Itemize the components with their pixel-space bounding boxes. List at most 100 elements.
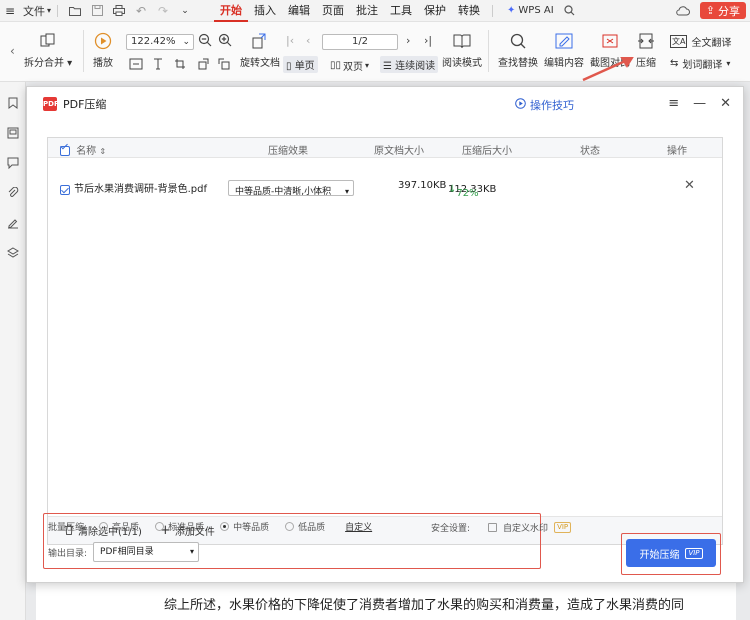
screenshot-compare-button[interactable]: 截图对比	[590, 30, 630, 69]
compress-button[interactable]: 压缩	[636, 30, 656, 69]
crop-icon[interactable]	[174, 58, 186, 73]
find-replace-label: 查找替换	[498, 58, 538, 69]
double-page-button[interactable]: ▯▯ 双页 ▾	[330, 58, 369, 73]
header-name-label: 名称	[76, 146, 97, 157]
file-table: 名称 ⇕ 压缩效果 原文档大小 压缩后大小 状态 操作 节后水果消费调研-背景色…	[47, 137, 723, 545]
sort-icon: ⇕	[99, 147, 107, 156]
prev-page-icon[interactable]: ‹	[306, 34, 310, 47]
remove-row-icon[interactable]: ✕	[684, 178, 695, 193]
quality-option-low[interactable]: 低品质	[285, 520, 325, 533]
tab-edit[interactable]: 编辑	[282, 0, 316, 22]
double-page-icon: ▯▯	[330, 60, 342, 71]
search-icon[interactable]	[562, 3, 578, 19]
continuous-read-button[interactable]: ☰ 连续阅读	[380, 56, 439, 73]
rotate-left-icon[interactable]	[198, 58, 210, 73]
comment-icon[interactable]	[0, 148, 26, 178]
share-label: 分享	[718, 4, 740, 18]
page-input[interactable]: 1/2	[322, 34, 398, 50]
single-page-button[interactable]: ▯ 单页	[283, 56, 318, 73]
menu-icon[interactable]: ≡	[5, 4, 19, 18]
tips-link[interactable]: 操作技巧	[515, 97, 574, 113]
word-translate-button[interactable]: ⇆ 划词翻译 ▾	[670, 56, 730, 71]
select-all-checkbox[interactable]	[60, 146, 70, 156]
screenshot-compare-icon	[601, 30, 619, 52]
split-merge-icon	[40, 30, 56, 52]
quality-option-standard[interactable]: 标准品质	[155, 520, 204, 533]
ribbon-toolbar: ‹ 拆分合并 ▾ 播放 122.42% ⌄ 旋转文档 |‹ ‹ 1/2 › ›|…	[0, 22, 750, 82]
effect-select[interactable]: 中等品质-中清晰,小体积 ▾	[228, 180, 354, 197]
split-merge-label: 拆分合并 ▾	[24, 58, 73, 69]
rotate-right-icon[interactable]	[218, 58, 230, 73]
bookmark-icon[interactable]	[0, 88, 26, 118]
menu-icon[interactable]: ≡	[668, 96, 679, 111]
thumbnail-icon[interactable]	[0, 118, 26, 148]
custom-quality-link[interactable]: 自定义	[345, 520, 372, 533]
start-compress-button[interactable]: 开始压缩 VIP	[626, 539, 716, 567]
zoom-select[interactable]: 122.42% ⌄	[126, 34, 194, 50]
last-page-icon[interactable]: ›|	[424, 34, 432, 47]
signature-icon[interactable]	[0, 208, 26, 238]
fit-width-icon[interactable]	[129, 58, 143, 73]
chevron-down-icon: ▾	[190, 547, 195, 556]
minimize-icon[interactable]: —	[693, 96, 706, 111]
header-action: 操作	[667, 146, 687, 157]
tips-label: 操作技巧	[530, 99, 574, 112]
read-mode-button[interactable]: 阅读模式	[442, 30, 482, 69]
safety-label: 安全设置:	[431, 524, 471, 534]
first-page-icon[interactable]: |‹	[286, 34, 294, 47]
header-name[interactable]: 名称 ⇕	[60, 142, 106, 157]
wps-ai-button[interactable]: ✦ WPS AI	[507, 5, 554, 16]
rotate-document-label: 旋转文档	[240, 58, 280, 69]
folder-icon[interactable]	[67, 3, 83, 19]
close-icon[interactable]: ✕	[720, 96, 731, 111]
quality-option-high[interactable]: 高品质	[99, 520, 139, 533]
edit-content-button[interactable]: 编辑内容	[544, 30, 584, 69]
redo-icon[interactable]: ↷	[155, 3, 171, 19]
attachment-icon[interactable]	[0, 178, 26, 208]
tab-tools[interactable]: 工具	[384, 0, 418, 22]
chevron-down-icon: ▾	[344, 187, 349, 196]
cloud-icon[interactable]	[675, 3, 691, 19]
dialog-title: PDF压缩	[63, 98, 107, 111]
save-icon[interactable]	[89, 3, 105, 19]
menu-bar: ≡ 文件 ▾ ↶ ↷ ⌄ 开始 插入 编辑 页面 批注 工具 保护 转换 ✦ W…	[0, 0, 750, 22]
output-dir-row: 输出目录: PDF相同目录 ▾	[48, 542, 200, 562]
divider	[492, 4, 494, 17]
start-compress-highlight: 开始压缩 VIP	[621, 533, 721, 575]
next-page-icon[interactable]: ›	[406, 34, 410, 47]
chevron-down-icon: ▾	[365, 61, 370, 70]
file-menu[interactable]: 文件	[23, 3, 45, 19]
header-effect: 压缩效果	[268, 146, 308, 157]
layers-icon[interactable]	[0, 238, 26, 268]
print-icon[interactable]	[111, 3, 127, 19]
tab-start[interactable]: 开始	[214, 0, 249, 22]
watermark-checkbox[interactable]	[488, 523, 498, 532]
batch-label: 批量压缩:	[48, 523, 88, 533]
zoom-out-icon[interactable]	[198, 33, 212, 50]
chevron-left-icon[interactable]: ‹	[10, 44, 15, 58]
undo-icon[interactable]: ↶	[133, 3, 149, 19]
output-dir-select[interactable]: PDF相同目录 ▾	[93, 542, 200, 562]
tab-protect[interactable]: 保护	[418, 0, 452, 22]
divider	[57, 4, 59, 17]
find-replace-button[interactable]: 查找替换	[498, 30, 538, 69]
tab-page[interactable]: 页面	[316, 0, 350, 22]
split-merge-button[interactable]: 拆分合并 ▾	[24, 30, 72, 69]
text-select-icon[interactable]	[152, 58, 164, 73]
chevron-down-icon[interactable]: ▾	[47, 6, 51, 15]
zoom-value: 122.42%	[131, 36, 176, 47]
chevron-down-icon: ▾	[726, 59, 731, 68]
tab-convert[interactable]: 转换	[452, 0, 486, 22]
start-compress-label: 开始压缩	[639, 549, 680, 561]
zoom-in-icon[interactable]	[218, 33, 232, 50]
chevron-down-icon[interactable]: ⌄	[177, 3, 193, 19]
share-button[interactable]: ⇪ 分享	[699, 2, 746, 19]
tab-insert[interactable]: 插入	[248, 0, 282, 22]
play-icon	[94, 30, 112, 52]
quality-option-medium[interactable]: 中等品质	[220, 520, 269, 533]
play-button[interactable]: 播放	[93, 30, 113, 69]
tab-annotate[interactable]: 批注	[350, 0, 384, 22]
full-translate-button[interactable]: 文A 全文翻译	[670, 34, 731, 49]
single-page-mode: ▯ 单页	[283, 56, 318, 73]
rotate-document-button[interactable]: 旋转文档	[240, 30, 280, 69]
